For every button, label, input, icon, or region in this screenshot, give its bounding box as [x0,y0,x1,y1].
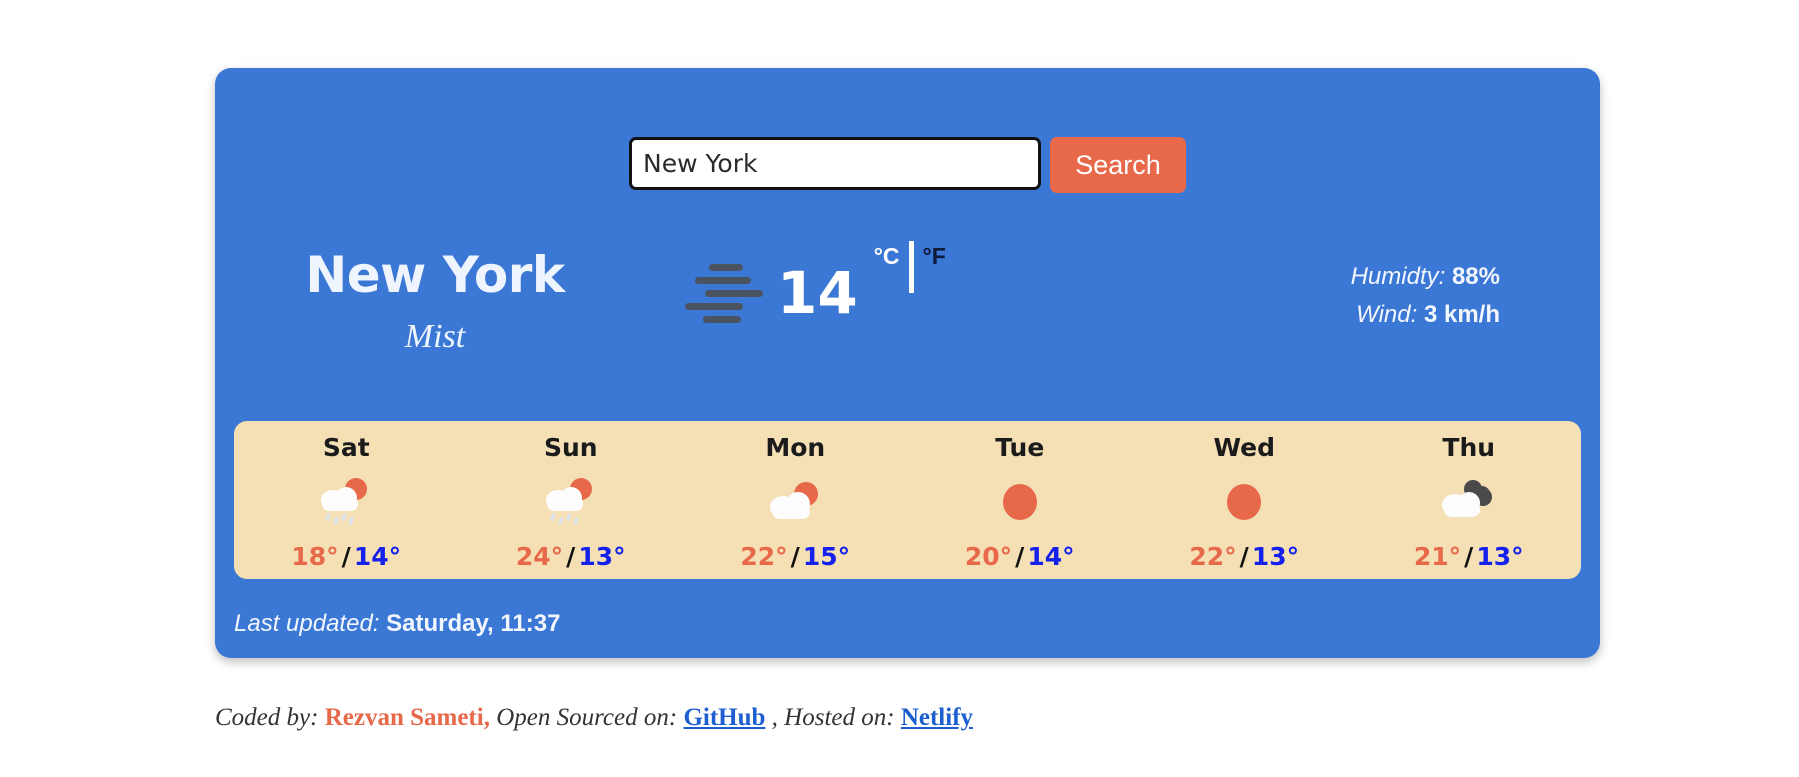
sun-icon [989,476,1051,528]
forecast-day-name: Mon [765,433,826,462]
forecast-separator: / [1464,542,1474,571]
unit-divider [908,241,914,293]
forecast-low: 15° [802,542,851,571]
netlify-link[interactable]: Netlify [901,704,973,731]
forecast-high: 18° [291,542,339,571]
unit-celsius-button[interactable]: °C [874,245,900,268]
forecast-day: Mon 22°/15° [683,421,908,579]
forecast-temps: 21°/13° [1414,544,1524,569]
credits-line: Coded by: Rezvan Sameti, Open Sourced on… [215,705,973,730]
github-link[interactable]: GitHub [683,704,765,731]
forecast-day-name: Sat [322,433,370,462]
forecast-temps: 24°/13° [516,544,626,569]
humidity-value: 88% [1451,263,1500,290]
forecast-separator: / [566,542,576,571]
forecast-day: Tue 20°/14° [908,421,1133,579]
forecast-separator: / [1015,542,1025,571]
app-root: Search New York Mist 14 °C °F [0,0,1799,777]
unit-toggle: °C °F [874,241,946,319]
forecast-separator: / [1239,542,1249,571]
forecast-day: Wed 22°/13° [1132,421,1357,579]
forecast-day-name: Sun [543,433,598,462]
forecast-low: 13° [578,542,626,571]
weather-condition-text: Mist [404,318,466,355]
forecast-strip: Sat 18°/14° Sun 24°/13° Mon 22°/15° Tue 20°/14°… [234,421,1581,579]
last-updated-label: Last updated: [234,610,380,637]
forecast-temps: 22°/13° [1189,544,1299,569]
forecast-temps: 20°/14° [965,544,1075,569]
sun-rain-cloud-icon [315,476,377,528]
sun-behind-cloud-icon [764,476,826,528]
author-name: Rezvan Sameti, [324,704,490,731]
current-conditions: New York Mist 14 °C °F Humidty: 88% Wind… [215,241,1600,410]
forecast-day: Sun 24°/13° [459,421,684,579]
search-input[interactable] [629,137,1041,190]
humidity-row: Humidty: 88% [1351,258,1500,296]
forecast-day: Thu 21°/13° [1357,421,1582,579]
unit-fahrenheit-button[interactable]: °F [923,245,946,268]
forecast-separator: / [341,542,351,571]
forecast-high: 20° [964,542,1013,571]
forecast-high: 21° [1413,542,1462,571]
search-bar: Search [215,137,1600,193]
sun-rain-cloud-icon [540,476,602,528]
forecast-low: 13° [1476,542,1524,571]
forecast-day-name: Tue [995,433,1045,462]
city-block: New York Mist [275,250,595,354]
hosted-on-label: , Hosted on: [771,704,895,731]
humidity-label: Humidty: [1350,263,1446,290]
search-button[interactable]: Search [1050,137,1186,193]
forecast-day: Sat 18°/14° [234,421,459,579]
overcast-clouds-icon [1438,476,1500,528]
city-name: New York [305,246,565,304]
forecast-temps: 22°/15° [740,544,850,569]
open-sourced-label: Open Sourced on: [496,704,678,731]
forecast-high: 22° [740,542,788,571]
forecast-high: 24° [515,542,564,571]
last-updated-value: Saturday, 11:37 [386,610,561,637]
last-updated: Last updated: Saturday, 11:37 [234,612,560,636]
wind-value: 3 km/h [1423,301,1500,328]
wind-label: Wind: [1356,301,1418,328]
coded-by-label: Coded by: [215,704,319,731]
forecast-low: 14° [1027,542,1075,571]
forecast-high: 22° [1189,542,1237,571]
forecast-day-name: Wed [1213,433,1276,462]
weather-meta: Humidty: 88% Wind: 3 km/h [1351,258,1500,334]
wind-row: Wind: 3 km/h [1351,296,1500,334]
forecast-low: 14° [353,542,402,571]
temperature-value: 14 [777,259,858,327]
forecast-separator: / [790,542,800,571]
weather-card: Search New York Mist 14 °C °F [215,68,1600,658]
forecast-day-name: Thu [1442,433,1496,462]
temperature-block: 14 °C °F [685,241,946,327]
mist-icon [685,262,763,324]
forecast-temps: 18°/14° [291,544,401,569]
sun-icon [1213,476,1275,528]
forecast-low: 13° [1251,542,1300,571]
